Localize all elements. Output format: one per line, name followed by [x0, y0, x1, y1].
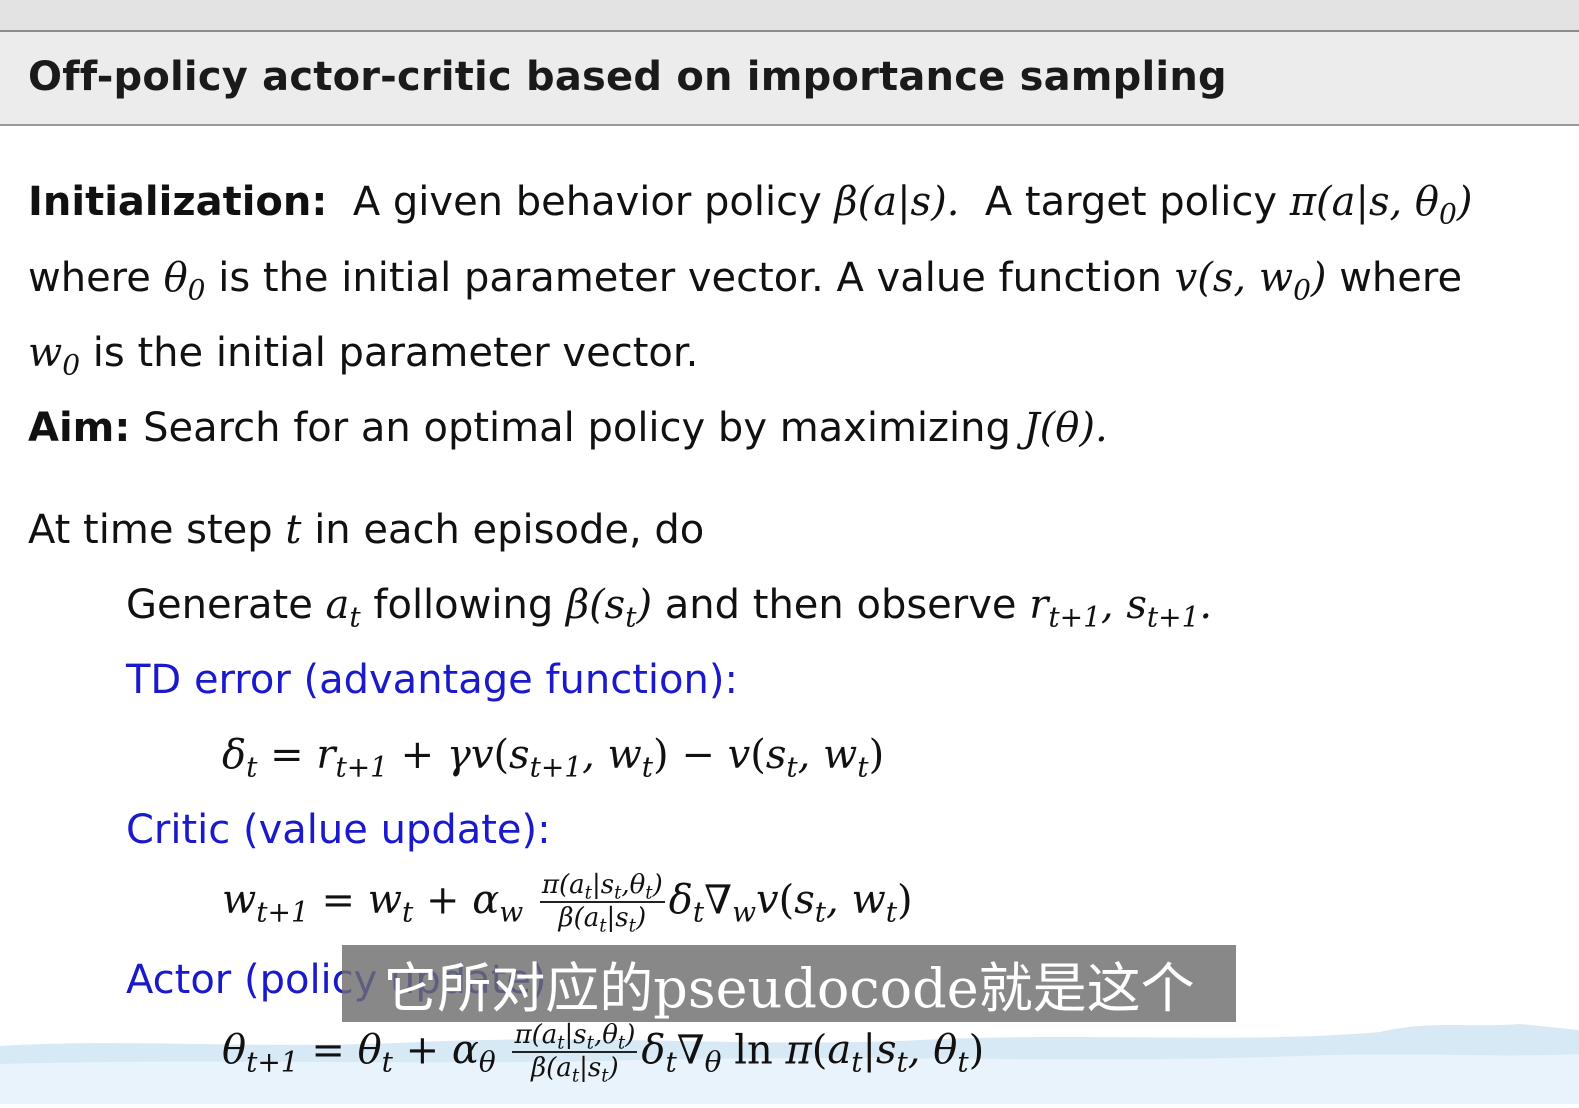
action-expr: at [325, 582, 361, 634]
critic-label: Critic (value update): [126, 807, 551, 853]
init-label: Initialization: [28, 179, 328, 225]
loop-header: At time step t in each episode, do [28, 510, 704, 550]
loop-header-pre: At time step [28, 507, 273, 553]
critic-equation: wt+1 = wt + αw π(at|st,θt) β(at|st) δt∇wv(… [222, 870, 913, 937]
loop-header-post: in each episode, do [314, 507, 705, 553]
critic-is-ratio: π(at|st,θt) β(at|st) [539, 870, 665, 937]
generate-mid: following [373, 582, 554, 628]
init-text-5: where [1339, 255, 1463, 301]
generate-post: and then observe [664, 582, 1017, 628]
init-text-6: is the initial parameter vector. [92, 330, 699, 376]
video-subtitle: 它所对应的pseudocode就是这个 [342, 945, 1236, 1022]
top-strip [0, 0, 1579, 30]
value-function-expr: v(s, w0) [1174, 255, 1327, 307]
init-text-4: is the initial parameter vector. A value… [218, 255, 1162, 301]
aim-text: Search for an optimal policy by maximizi… [143, 405, 1011, 451]
theta0-expr: θ0 [163, 255, 206, 307]
td-equation: δt = rt+1 + γv(st+1, wt) − v(st, wt) [222, 732, 885, 784]
init-text-3: where [28, 255, 151, 301]
init-line-2: where θ0 is the initial parameter vector… [28, 255, 1463, 307]
slide-title-bar: Off-policy actor-critic based on importa… [0, 30, 1579, 126]
observe-expr: rt+1, st+1. [1029, 582, 1213, 634]
init-text-2: A target policy [984, 179, 1278, 225]
beta-st-expr: β(st) [565, 582, 653, 634]
w0-expr: w0 [28, 330, 81, 382]
aim-line: Aim: Search for an optimal policy by max… [28, 408, 1108, 448]
init-text-1: A given behavior policy [352, 179, 822, 225]
objective-expr: J(θ). [1023, 405, 1108, 451]
aim-label: Aim: [28, 405, 131, 451]
actor-is-ratio: π(at|st,θt) β(at|st) [512, 1020, 638, 1087]
target-policy-expr: π(a|s, θ0) [1289, 179, 1473, 231]
generate-pre: Generate [126, 582, 313, 628]
loop-var: t [285, 507, 302, 553]
td-label: TD error (advantage function): [126, 657, 738, 703]
behavior-policy-expr: β(a|s). [834, 179, 960, 225]
actor-equation: θt+1 = θt + αθ π(at|st,θt) β(at|st) δt∇θ l… [222, 1020, 985, 1087]
init-line-3: w0 is the initial parameter vector. [28, 330, 699, 382]
init-line-1: Initialization: A given behavior policy … [28, 179, 1473, 231]
generate-line: Generate at following β(st) and then obs… [126, 582, 1213, 634]
slide-title: Off-policy actor-critic based on importa… [28, 54, 1227, 100]
